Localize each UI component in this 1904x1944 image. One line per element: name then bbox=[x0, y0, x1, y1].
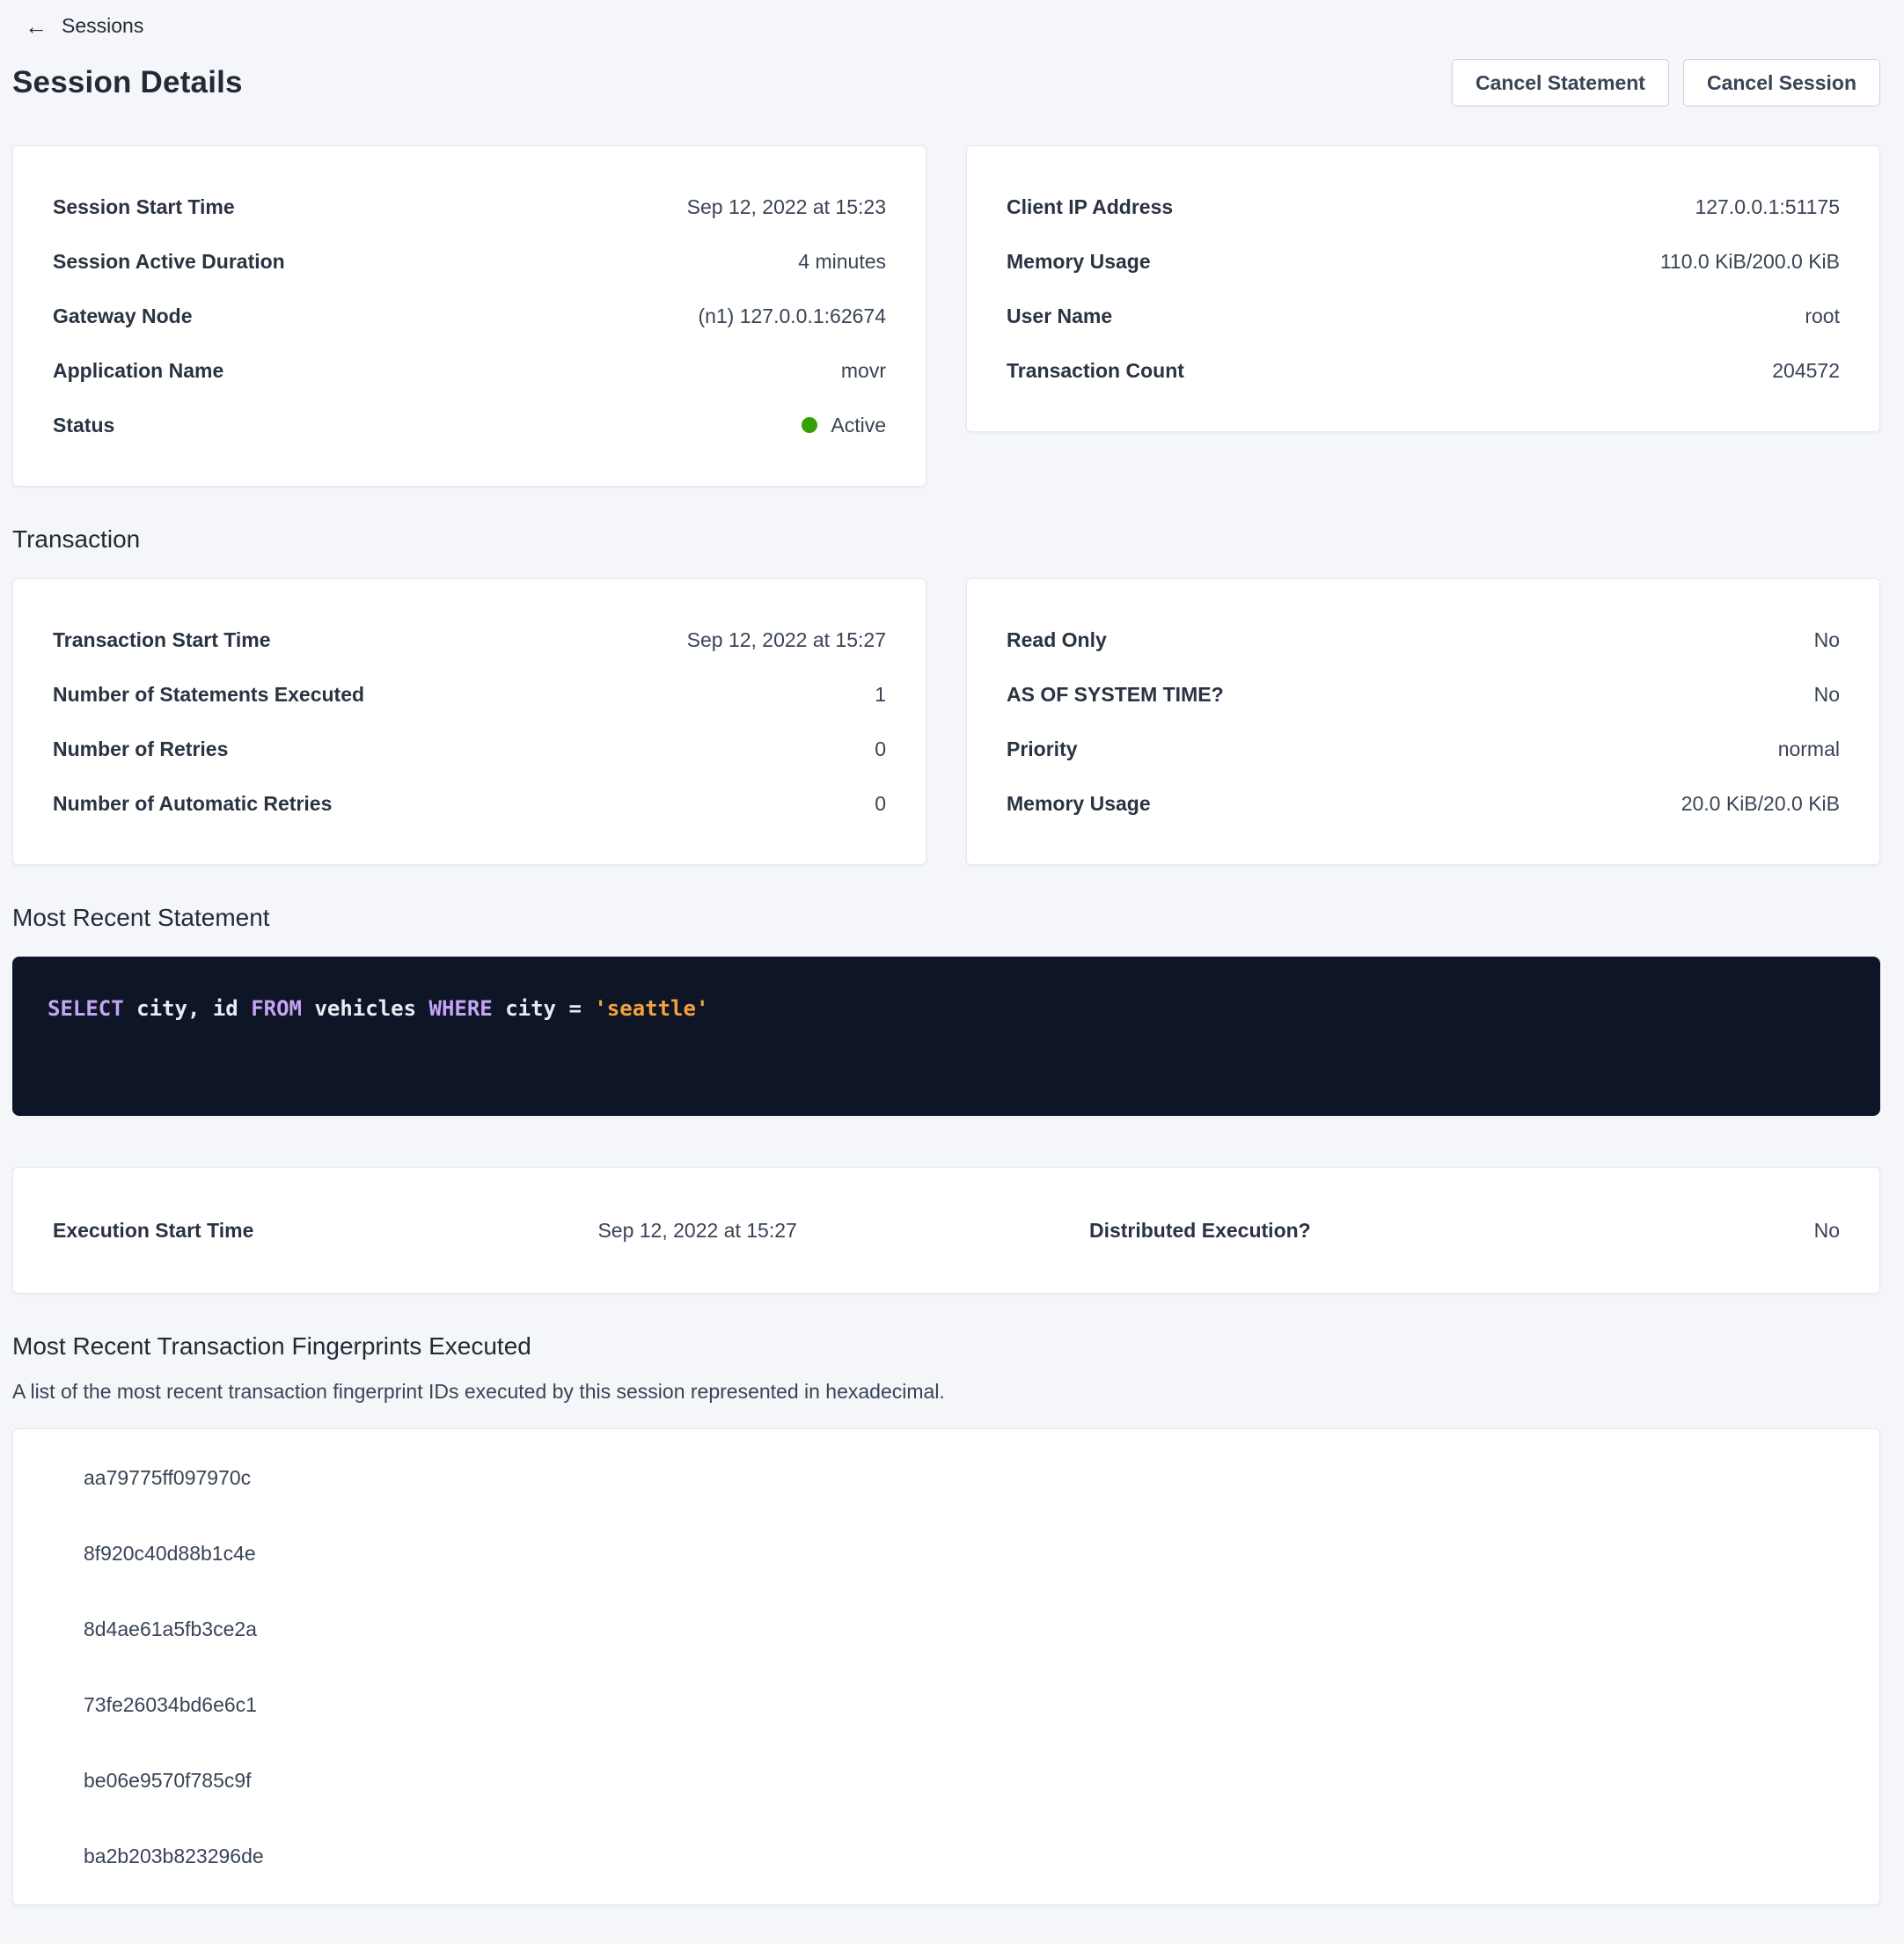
session-summary-row: Session Start Time Sep 12, 2022 at 15:23… bbox=[12, 145, 1880, 487]
row-value: 4 minutes bbox=[798, 246, 886, 276]
row-label: Session Active Duration bbox=[53, 246, 285, 276]
session-summary-card-left: Session Start Time Sep 12, 2022 at 15:23… bbox=[12, 145, 926, 487]
row-value: root bbox=[1805, 301, 1840, 331]
sql-statement-box: SELECT city, id FROM vehicles WHERE city… bbox=[12, 957, 1880, 1116]
row-value: 20.0 KiB/20.0 KiB bbox=[1681, 789, 1840, 818]
row-label: AS OF SYSTEM TIME? bbox=[1007, 679, 1224, 709]
execution-summary-card: Execution Start Time Sep 12, 2022 at 15:… bbox=[12, 1167, 1880, 1294]
row-label: User Name bbox=[1007, 301, 1112, 331]
sql-keyword: WHERE bbox=[429, 996, 493, 1021]
summary-row-user-name: User Name root bbox=[1007, 289, 1840, 343]
status-active-dot-icon bbox=[802, 417, 817, 433]
fingerprint-list-item: 8d4ae61a5fb3ce2a bbox=[13, 1591, 1879, 1667]
fingerprint-list-item: ba2b203b823296de bbox=[13, 1818, 1879, 1894]
row-label: Transaction Count bbox=[1007, 356, 1184, 385]
execution-start-time-label: Execution Start Time bbox=[53, 1215, 597, 1245]
page-title: Session Details bbox=[12, 65, 243, 100]
row-label: Number of Statements Executed bbox=[53, 679, 364, 709]
row-label: Application Name bbox=[53, 356, 223, 385]
session-details-page: ← Sessions Session Details Cancel Statem… bbox=[0, 0, 1904, 1944]
summary-row-client-ip: Client IP Address 127.0.0.1:51175 bbox=[1007, 180, 1840, 234]
row-value: No bbox=[1814, 679, 1840, 709]
summary-row-memory-usage: Memory Usage 110.0 KiB/200.0 KiB bbox=[1007, 234, 1840, 289]
fingerprints-card: aa79775ff097970c 8f920c40d88b1c4e 8d4ae6… bbox=[12, 1428, 1880, 1905]
page-header: Session Details Cancel Statement Cancel … bbox=[12, 59, 1880, 106]
sql-text: city, id bbox=[124, 996, 252, 1021]
row-label: Transaction Start Time bbox=[53, 625, 271, 655]
row-value: 1 bbox=[875, 679, 886, 709]
row-value: normal bbox=[1778, 734, 1840, 764]
sql-text: vehicles bbox=[302, 996, 429, 1021]
summary-row-read-only: Read Only No bbox=[1007, 613, 1840, 667]
row-value: 0 bbox=[875, 734, 886, 764]
row-label: Number of Retries bbox=[53, 734, 228, 764]
cancel-statement-button[interactable]: Cancel Statement bbox=[1452, 59, 1669, 106]
most-recent-statement-section: Most Recent Statement SELECT city, id FR… bbox=[12, 904, 1880, 1116]
cancel-session-button[interactable]: Cancel Session bbox=[1683, 59, 1880, 106]
status-label: Active bbox=[831, 410, 886, 440]
row-value: 204572 bbox=[1772, 356, 1840, 385]
fingerprints-section-heading: Most Recent Transaction Fingerprints Exe… bbox=[12, 1332, 1880, 1361]
fingerprints-section-subtitle: A list of the most recent transaction fi… bbox=[12, 1380, 1880, 1404]
row-value: movr bbox=[841, 356, 886, 385]
row-label: Gateway Node bbox=[53, 301, 193, 331]
distributed-execution-value: No bbox=[1554, 1215, 1840, 1245]
execution-summary-row: Execution Start Time Sep 12, 2022 at 15:… bbox=[53, 1215, 1840, 1245]
transaction-section-heading: Transaction bbox=[12, 525, 1880, 554]
summary-row-status: Status Active bbox=[53, 398, 886, 452]
back-arrow-icon: ← bbox=[25, 15, 48, 38]
header-actions: Cancel Statement Cancel Session bbox=[1452, 59, 1880, 106]
session-summary-card-right: Client IP Address 127.0.0.1:51175 Memory… bbox=[966, 145, 1880, 432]
sql-keyword: FROM bbox=[251, 996, 302, 1021]
row-label: Status bbox=[53, 410, 114, 440]
row-value: 110.0 KiB/200.0 KiB bbox=[1660, 246, 1840, 276]
row-label: Number of Automatic Retries bbox=[53, 789, 332, 818]
fingerprint-list-item: aa79775ff097970c bbox=[13, 1440, 1879, 1515]
summary-row-statements-executed: Number of Statements Executed 1 bbox=[53, 667, 886, 722]
summary-row-transaction-start-time: Transaction Start Time Sep 12, 2022 at 1… bbox=[53, 613, 886, 667]
sql-keyword: SELECT bbox=[48, 996, 124, 1021]
row-label: Priority bbox=[1007, 734, 1078, 764]
row-value: 127.0.0.1:51175 bbox=[1695, 192, 1840, 222]
sql-text: city = bbox=[493, 996, 595, 1021]
gateway-node-link[interactable]: (n1) 127.0.0.1:62674 bbox=[698, 301, 886, 331]
sql-string-literal: 'seattle' bbox=[594, 996, 708, 1021]
fingerprint-list-item: 73fe26034bd6e6c1 bbox=[13, 1667, 1879, 1742]
row-label: Client IP Address bbox=[1007, 192, 1173, 222]
row-label: Session Start Time bbox=[53, 192, 235, 222]
summary-row-session-active-duration: Session Active Duration 4 minutes bbox=[53, 234, 886, 289]
summary-row-txn-memory-usage: Memory Usage 20.0 KiB/20.0 KiB bbox=[1007, 776, 1840, 831]
summary-row-transaction-count: Transaction Count 204572 bbox=[1007, 343, 1840, 398]
transaction-summary-card-left: Transaction Start Time Sep 12, 2022 at 1… bbox=[12, 578, 926, 865]
summary-row-session-start-time: Session Start Time Sep 12, 2022 at 15:23 bbox=[53, 180, 886, 234]
row-label: Memory Usage bbox=[1007, 246, 1151, 276]
row-value: 0 bbox=[875, 789, 886, 818]
summary-row-retries: Number of Retries 0 bbox=[53, 722, 886, 776]
summary-row-automatic-retries: Number of Automatic Retries 0 bbox=[53, 776, 886, 831]
row-label: Memory Usage bbox=[1007, 789, 1151, 818]
transaction-summary-card-right: Read Only No AS OF SYSTEM TIME? No Prior… bbox=[966, 578, 1880, 865]
back-link-label: Sessions bbox=[62, 14, 143, 38]
row-value: Sep 12, 2022 at 15:27 bbox=[687, 625, 886, 655]
row-value: No bbox=[1814, 625, 1840, 655]
summary-row-priority: Priority normal bbox=[1007, 722, 1840, 776]
most-recent-statement-heading: Most Recent Statement bbox=[12, 904, 1880, 932]
fingerprint-list-item: be06e9570f785c9f bbox=[13, 1742, 1879, 1818]
row-value: Sep 12, 2022 at 15:23 bbox=[687, 192, 886, 222]
summary-row-gateway-node: Gateway Node (n1) 127.0.0.1:62674 bbox=[53, 289, 886, 343]
distributed-execution-label: Distributed Execution? bbox=[1089, 1215, 1554, 1245]
summary-row-application-name: Application Name movr bbox=[53, 343, 886, 398]
execution-start-time-value: Sep 12, 2022 at 15:27 bbox=[597, 1215, 1089, 1245]
summary-row-as-of-system-time: AS OF SYSTEM TIME? No bbox=[1007, 667, 1840, 722]
transaction-summary-row: Transaction Start Time Sep 12, 2022 at 1… bbox=[12, 578, 1880, 865]
status-badge: Active bbox=[802, 410, 886, 440]
fingerprint-list-item: 8f920c40d88b1c4e bbox=[13, 1515, 1879, 1591]
back-to-sessions-link[interactable]: ← Sessions bbox=[25, 14, 143, 38]
row-label: Read Only bbox=[1007, 625, 1107, 655]
